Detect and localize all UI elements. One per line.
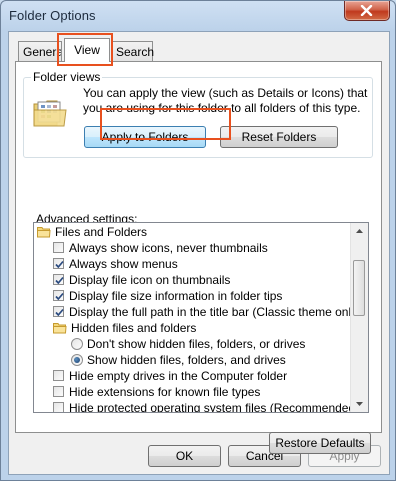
- folder-options-window: Folder Options General View Search Folde…: [0, 0, 396, 481]
- tree-item-label: Hide empty drives in the Computer folder: [69, 369, 288, 383]
- folder-views-description: You can apply the view (such as Details …: [83, 86, 368, 115]
- advanced-settings-tree[interactable]: Files and Folders Always show icons, neve…: [33, 222, 369, 413]
- view-tab-panel: Folder views You can apply the view (suc…: [15, 61, 382, 454]
- checkbox[interactable]: [53, 402, 64, 412]
- tree-item-label: Always show icons, never thumbnails: [69, 241, 268, 255]
- tab-search[interactable]: Search: [111, 41, 154, 61]
- folder-views-group: Folder views You can apply the view (suc…: [23, 70, 373, 158]
- checkmark-icon: [55, 292, 64, 301]
- tree-item-label: Display file icon on thumbnails: [69, 273, 231, 287]
- scroll-up-icon: [356, 229, 363, 233]
- checkbox[interactable]: [53, 386, 64, 397]
- checkbox[interactable]: [53, 242, 64, 253]
- tree-item-label: Always show menus: [69, 257, 178, 271]
- tree-item-label: Display the full path in the title bar (…: [69, 305, 362, 319]
- tab-view[interactable]: View: [64, 38, 110, 62]
- tree-item-label: Hidden files and folders: [71, 321, 197, 335]
- checkbox[interactable]: [53, 258, 64, 269]
- title-bar[interactable]: Folder Options: [1, 1, 395, 31]
- tree-vertical-scrollbar[interactable]: [350, 223, 368, 412]
- scroll-down-button[interactable]: [351, 395, 368, 412]
- scroll-up-button[interactable]: [351, 223, 368, 240]
- tab-general[interactable]: General: [18, 41, 62, 61]
- close-button[interactable]: [344, 1, 390, 21]
- scroll-down-icon: [356, 402, 363, 406]
- ok-button[interactable]: OK: [148, 445, 221, 467]
- checkbox[interactable]: [53, 370, 64, 381]
- checkbox[interactable]: [53, 274, 64, 285]
- tree-item-label: Hide extensions for known file types: [69, 385, 261, 399]
- folder-icon: [53, 323, 67, 334]
- tree-item-label: Files and Folders: [55, 225, 148, 239]
- tree-item-label: Display file size information in folder …: [69, 289, 283, 303]
- window-title: Folder Options: [9, 8, 96, 23]
- restore-defaults-button[interactable]: Restore Defaults: [269, 432, 371, 454]
- radio-dot: [74, 357, 80, 363]
- close-icon: [360, 5, 373, 16]
- tree-item-label: Hide protected operating system files (R…: [69, 401, 360, 413]
- tree-item-label: Don't show hidden files, folders, or dri…: [87, 337, 306, 351]
- checkmark-icon: [55, 260, 64, 269]
- folder-views-icon: [33, 100, 67, 127]
- checkmark-icon: [55, 276, 64, 285]
- folder-icon: [37, 227, 51, 238]
- scroll-thumb[interactable]: [353, 260, 365, 316]
- radio-button[interactable]: [71, 338, 83, 350]
- dialog-client-area: General View Search Folder views You can…: [8, 31, 390, 475]
- apply-to-folders-button[interactable]: Apply to Folders: [84, 126, 206, 148]
- radio-button[interactable]: [71, 354, 83, 366]
- checkmark-icon: [55, 308, 64, 317]
- checkbox[interactable]: [53, 290, 64, 301]
- tree-item-label: Show hidden files, folders, and drives: [87, 353, 286, 367]
- checkbox[interactable]: [53, 306, 64, 317]
- folder-views-legend: Folder views: [31, 70, 103, 84]
- reset-folders-button[interactable]: Reset Folders: [220, 126, 338, 148]
